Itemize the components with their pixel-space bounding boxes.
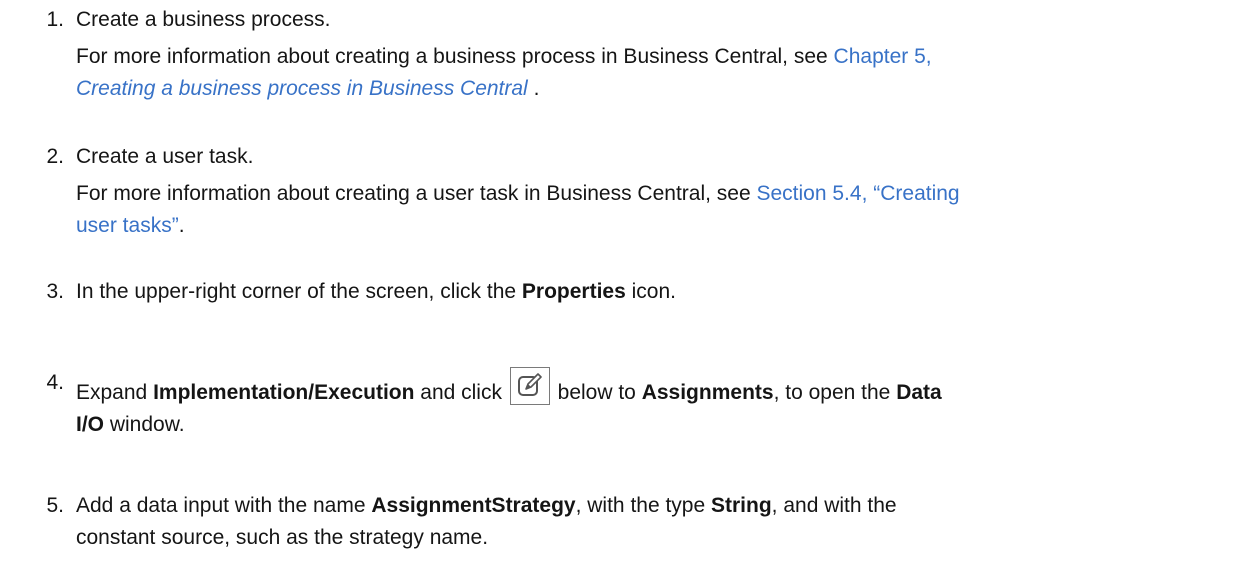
step-text: In the upper-right corner of the screen,… xyxy=(76,276,1226,308)
detail-suffix: . xyxy=(527,77,540,100)
step-number: 5. xyxy=(46,494,64,517)
edit-icon xyxy=(509,367,550,405)
step-text-continued: constant source, such as the strategy na… xyxy=(76,526,489,549)
step-text-part: Add a data input with the name xyxy=(76,494,372,517)
step-text-part: , with the type xyxy=(575,494,711,517)
properties-label: Properties xyxy=(521,280,626,303)
step-body: Expand Implementation/Execution and clic… xyxy=(76,367,1226,441)
step-text: Expand Implementation/Execution and clic… xyxy=(76,367,1226,409)
step-text-continued: I/O window. xyxy=(76,409,1226,441)
detail-suffix: . xyxy=(178,214,185,237)
step-detail: For more information about creating a us… xyxy=(76,178,1226,210)
data-io-label-part2: I/O xyxy=(76,413,105,436)
step-body: Create a user task. For more information… xyxy=(76,141,1226,242)
detail-text: For more information about creating a bu… xyxy=(76,45,834,68)
step-title: Create a user task. xyxy=(76,145,254,168)
step-text-part: Expand xyxy=(76,381,154,404)
step-body: Add a data input with the name Assignmen… xyxy=(76,490,1226,554)
section-5-4-link[interactable]: Section 5.4, “Creating xyxy=(757,182,960,205)
step-number: 1. xyxy=(46,8,64,31)
step-number: 3. xyxy=(46,280,64,303)
step-text-part: below to xyxy=(551,381,642,404)
implementation-execution-label: Implementation/Execution xyxy=(153,381,415,404)
data-io-label-part1: Data xyxy=(896,381,942,404)
string-type-term: String xyxy=(711,494,772,517)
chapter-5-link-title[interactable]: Creating a business process in Business … xyxy=(76,77,528,100)
step-text-part: and click xyxy=(414,381,508,404)
step-title: Create a business process. xyxy=(76,8,331,31)
section-5-4-link-title[interactable]: user tasks” xyxy=(76,214,179,237)
step-detail: For more information about creating a bu… xyxy=(76,41,1226,73)
step-body: In the upper-right corner of the screen,… xyxy=(76,276,1226,308)
step-number: 2. xyxy=(46,145,64,168)
step-text-part: icon. xyxy=(625,280,676,303)
step-text-part: window. xyxy=(104,413,185,436)
assignments-label: Assignments xyxy=(641,381,774,404)
step-number: 4. xyxy=(46,371,64,394)
step-body: Create a business process. For more info… xyxy=(76,4,1226,105)
chapter-5-link[interactable]: Chapter 5, xyxy=(834,45,932,68)
step-detail-continued: user tasks”. xyxy=(76,210,1226,242)
assignment-strategy-term: AssignmentStrategy xyxy=(371,494,576,517)
step-detail-continued: Creating a business process in Business … xyxy=(76,73,1226,105)
detail-text: For more information about creating a us… xyxy=(76,182,757,205)
step-text-part: , and with the xyxy=(771,494,897,517)
step-text-part: , to open the xyxy=(773,381,897,404)
step-text-part: In the upper-right corner of the screen,… xyxy=(76,280,522,303)
step-text: Add a data input with the name Assignmen… xyxy=(76,490,1226,522)
